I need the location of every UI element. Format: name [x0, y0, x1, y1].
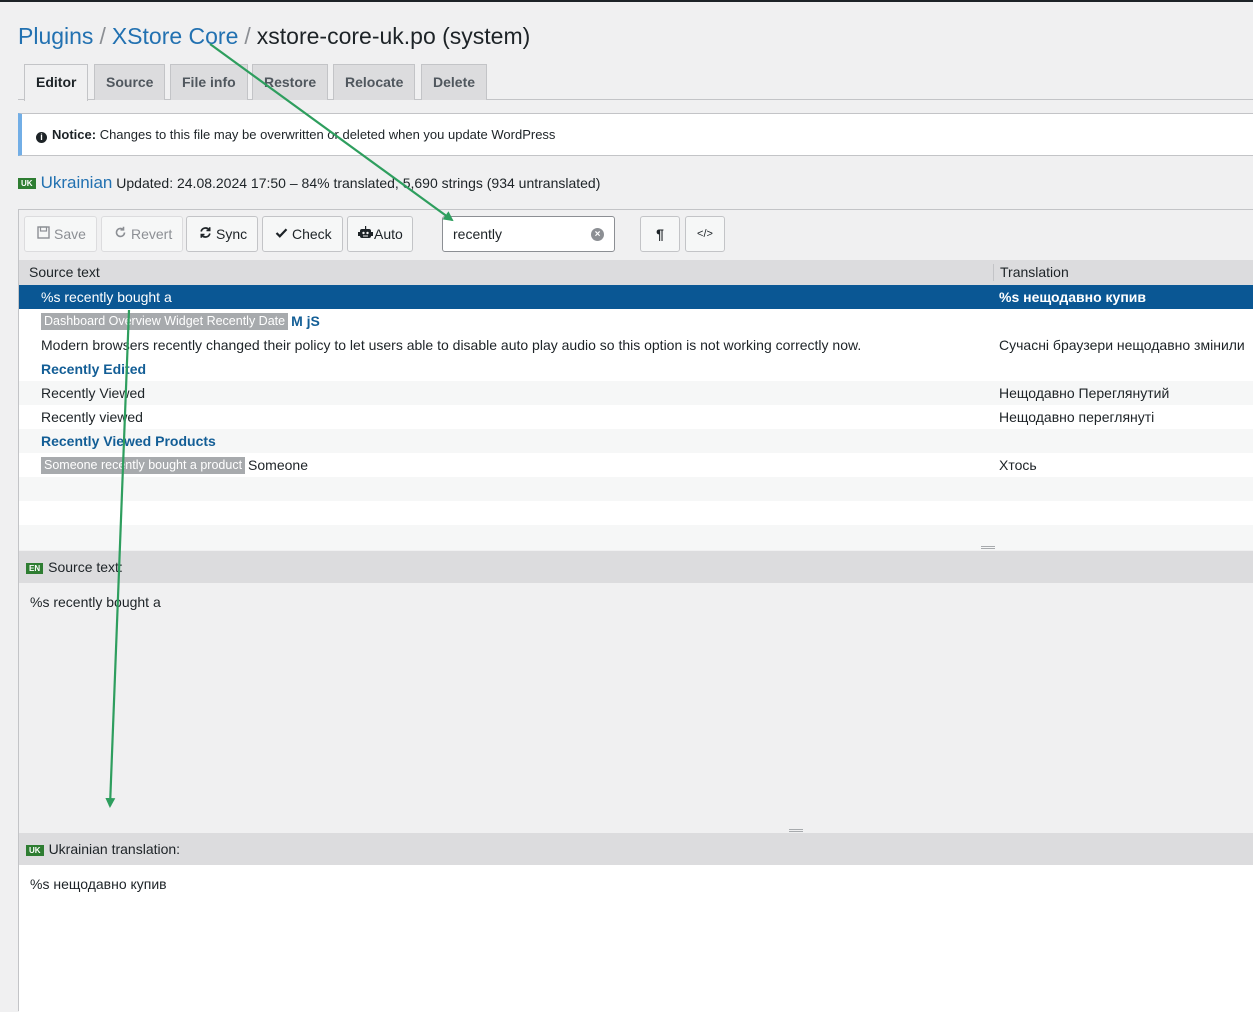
list-item-source: Dashboard Overview Widget Recently Date M…: [41, 309, 320, 333]
list-item-source-text: M jS: [291, 313, 320, 329]
translation-textarea[interactable]: %s нещодавно купив: [19, 865, 1253, 1012]
pilcrow-icon: ¶: [656, 226, 664, 242]
list-item-source: Recently Viewed: [41, 385, 146, 401]
translation-pane-label: Ukrainian translation:: [48, 841, 181, 857]
list-item[interactable]: Modern browsers recently changed their p…: [19, 333, 1253, 357]
sync-label: Sync: [216, 226, 248, 242]
resize-handle[interactable]: [981, 546, 995, 549]
breadcrumb: Plugins / XStore Core / xstore-core-uk.po (s…: [18, 22, 530, 50]
search-value: recently: [453, 226, 503, 242]
clear-search-icon[interactable]: ×: [591, 228, 604, 241]
notice-banner: i Notice: Changes to this file may be ove…: [18, 113, 1253, 156]
list-item-translation: Нещодавно переглянуті: [999, 409, 1155, 425]
info-icon: i: [36, 132, 47, 143]
tab-delete[interactable]: Delete: [421, 64, 488, 100]
column-header-translation[interactable]: Translation: [993, 264, 1069, 281]
list-item[interactable]: Recently Edited: [19, 357, 1253, 381]
string-list: Source text Translation %s recently boug…: [19, 260, 1253, 550]
revert-button[interactable]: Revert: [101, 216, 184, 252]
list-item-source: Someone recently bought a product Someone: [41, 453, 308, 477]
resize-handle[interactable]: [789, 829, 803, 832]
tab-file-info[interactable]: File info: [170, 64, 248, 100]
sync-button[interactable]: Sync: [186, 216, 259, 252]
list-item-translation: Нещодавно Переглянутий: [999, 385, 1170, 401]
po-editor: Save Revert Sync Check Auto recently × ¶…: [18, 209, 1253, 1012]
list-item-source: Recently Edited: [41, 361, 147, 377]
list-item-translation: Хтось: [999, 457, 1037, 473]
list-item[interactable]: %s recently bought a %s нещодавно купив: [19, 285, 1253, 309]
list-item[interactable]: Someone recently bought a product Someone…: [19, 453, 1253, 477]
list-item-translation: Сучасні браузери нещодавно змінили: [999, 337, 1245, 353]
save-label: Save: [54, 226, 86, 242]
tab-editor[interactable]: Editor: [24, 64, 89, 101]
save-button[interactable]: Save: [24, 216, 97, 252]
code-icon: </>: [697, 228, 713, 240]
revert-icon: [112, 217, 128, 251]
language-status: Updated: 24.08.2024 17:50 – 84% translat…: [116, 175, 601, 191]
source-text-value: %s recently bought a: [30, 594, 161, 610]
robot-icon: [357, 217, 373, 251]
filter-search-input[interactable]: recently ×: [442, 216, 615, 252]
auto-label: Auto: [374, 226, 403, 242]
list-item-source: %s recently bought a: [41, 289, 172, 305]
source-pane-header: EN Source text:: [19, 551, 1253, 583]
empty-row: [19, 477, 1253, 501]
list-item-source: Modern browsers recently changed their p…: [41, 337, 862, 353]
context-tag: Dashboard Overview Widget Recently Date: [41, 313, 289, 330]
tab-relocate[interactable]: Relocate: [333, 64, 416, 100]
check-button[interactable]: Check: [262, 216, 343, 252]
list-item[interactable]: Recently Viewed Нещодавно Переглянутий: [19, 381, 1253, 405]
target-language-flag: UK: [26, 845, 44, 856]
source-language-flag: EN: [26, 563, 44, 574]
check-label: Check: [292, 226, 332, 242]
tab-bar: Editor Source File info Restore Relocate…: [18, 64, 1253, 101]
sync-icon: [197, 217, 213, 251]
breadcrumb-plugin-link[interactable]: XStore Core: [112, 23, 239, 49]
list-item[interactable]: Recently Viewed Products: [19, 429, 1253, 453]
translation-value: %s нещодавно купив: [30, 876, 167, 892]
top-border: [0, 0, 1253, 2]
notice-text: Changes to this file may be overwritten …: [99, 127, 556, 142]
empty-row: [19, 525, 1253, 550]
list-header: Source text Translation: [19, 260, 1253, 285]
breadcrumb-separator: /: [244, 23, 251, 49]
tab-restore[interactable]: Restore: [252, 64, 329, 100]
revert-label: Revert: [131, 226, 173, 242]
tab-source[interactable]: Source: [94, 64, 166, 100]
floppy-icon: [35, 217, 51, 251]
language-flag: UK: [18, 178, 36, 189]
list-item-source: Recently viewed: [41, 409, 143, 425]
language-name-link[interactable]: Ukrainian: [41, 173, 113, 192]
page-title: xstore-core-uk.po (system): [256, 23, 531, 49]
auto-translate-button[interactable]: Auto: [347, 216, 413, 252]
editor-toolbar: Save Revert Sync Check Auto recently × ¶…: [19, 210, 1253, 260]
list-item-translation: %s нещодавно купив: [999, 289, 1146, 305]
notice-label: Notice:: [52, 127, 97, 142]
breadcrumb-plugins-link[interactable]: Plugins: [18, 23, 93, 49]
context-tag: Someone recently bought a product: [41, 457, 246, 474]
check-icon: [273, 217, 289, 251]
breadcrumb-separator: /: [99, 23, 106, 49]
language-summary: UK Ukrainian Updated: 24.08.2024 17:50 – …: [18, 172, 600, 194]
column-header-source[interactable]: Source text: [29, 260, 100, 285]
toggle-code-view-button[interactable]: </>: [685, 216, 725, 252]
list-item-source: Recently Viewed Products: [41, 433, 216, 449]
list-item[interactable]: Recently viewed Нещодавно переглянуті: [19, 405, 1253, 429]
toggle-invisibles-button[interactable]: ¶: [640, 216, 680, 252]
list-item-source-text: Someone: [248, 457, 308, 473]
source-pane-label: Source text:: [48, 559, 123, 575]
translation-pane-header: UK Ukrainian translation:: [19, 833, 1253, 865]
source-text-view: %s recently bought a: [19, 583, 1253, 828]
list-item[interactable]: Dashboard Overview Widget Recently Date M…: [19, 309, 1253, 333]
